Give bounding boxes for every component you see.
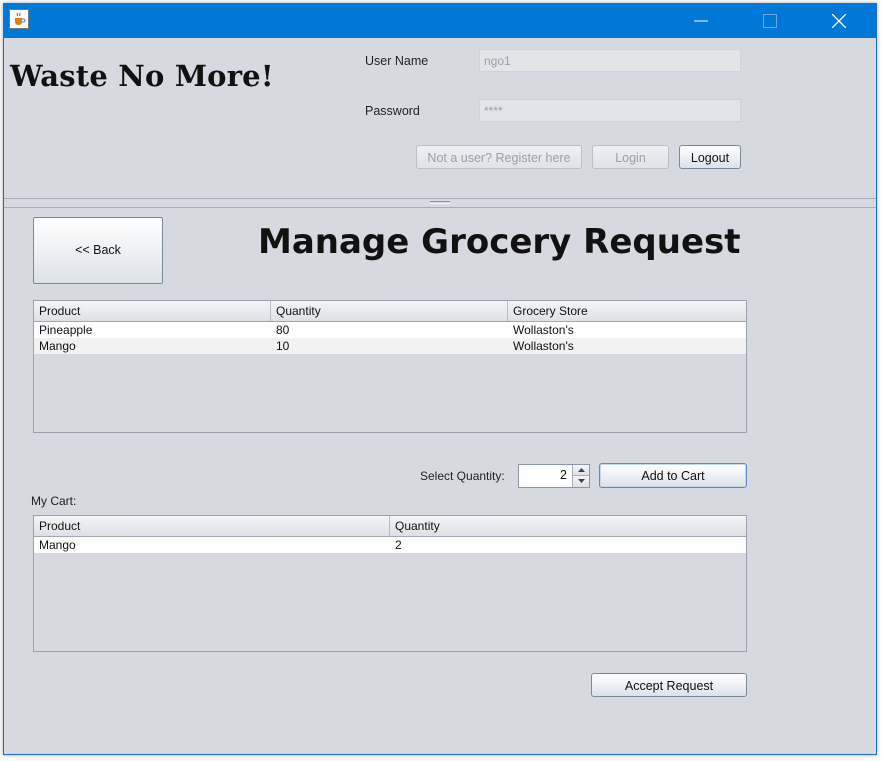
quantity-spinner[interactable]: 2 bbox=[518, 464, 590, 488]
cell-grocery-store: Wollaston's bbox=[513, 339, 574, 353]
table-body: Pineapple 80 Wollaston's Mango 10 Wollas… bbox=[34, 322, 746, 432]
cell-quantity: 2 bbox=[395, 538, 402, 552]
split-pane-divider[interactable] bbox=[4, 198, 876, 208]
add-to-cart-button[interactable]: Add to Cart bbox=[599, 463, 747, 488]
requests-table[interactable]: Product Quantity Grocery Store Pineapple… bbox=[33, 300, 747, 433]
column-header-grocery-store[interactable]: Grocery Store bbox=[508, 301, 746, 321]
cell-grocery-store: Wollaston's bbox=[513, 323, 574, 337]
column-header-quantity[interactable]: Quantity bbox=[271, 301, 508, 321]
back-button[interactable]: << Back bbox=[33, 217, 163, 284]
brand-title: Waste No More! bbox=[10, 59, 274, 93]
column-header-product[interactable]: Product bbox=[34, 516, 390, 536]
accept-request-button[interactable]: Accept Request bbox=[591, 673, 747, 697]
divider-grip-icon bbox=[430, 201, 450, 204]
table-header: Product Quantity bbox=[34, 516, 746, 537]
column-header-quantity[interactable]: Quantity bbox=[390, 516, 746, 536]
minimize-icon bbox=[694, 20, 708, 22]
table-body: Mango 2 bbox=[34, 537, 746, 651]
password-label: Password bbox=[365, 104, 420, 118]
table-row[interactable]: Pineapple 80 Wollaston's bbox=[34, 322, 746, 338]
cell-product: Mango bbox=[39, 339, 76, 353]
java-cup-icon[interactable] bbox=[9, 9, 29, 29]
username-label: User Name bbox=[365, 54, 429, 68]
title-bar[interactable] bbox=[4, 4, 876, 38]
register-button[interactable]: Not a user? Register here bbox=[416, 145, 582, 169]
app-window: Waste No More! User Name ngo1 Password *… bbox=[3, 3, 877, 755]
cart-table[interactable]: Product Quantity Mango 2 bbox=[33, 515, 747, 652]
spinner-up-button[interactable] bbox=[572, 465, 589, 476]
cell-quantity: 10 bbox=[276, 339, 290, 353]
spinner-down-button[interactable] bbox=[572, 476, 589, 487]
select-quantity-label: Select Quantity: bbox=[420, 469, 505, 483]
column-header-product[interactable]: Product bbox=[34, 301, 271, 321]
close-button[interactable] bbox=[816, 4, 862, 38]
password-field[interactable]: **** bbox=[479, 99, 741, 122]
logout-button[interactable]: Logout bbox=[679, 145, 741, 169]
arrow-down-icon bbox=[578, 479, 585, 483]
table-row[interactable]: Mango 2 bbox=[34, 537, 746, 553]
cell-quantity: 80 bbox=[276, 323, 290, 337]
minimize-button[interactable] bbox=[678, 4, 724, 38]
arrow-up-icon bbox=[578, 468, 585, 472]
maximize-icon bbox=[763, 14, 777, 28]
close-icon bbox=[832, 14, 846, 28]
maximize-button[interactable] bbox=[747, 4, 793, 38]
table-row[interactable]: Mango 10 Wollaston's bbox=[34, 338, 746, 354]
cell-product: Mango bbox=[39, 538, 76, 552]
cell-product: Pineapple bbox=[39, 323, 93, 337]
table-header: Product Quantity Grocery Store bbox=[34, 301, 746, 322]
login-button[interactable]: Login bbox=[592, 145, 669, 169]
cart-label: My Cart: bbox=[31, 494, 77, 508]
username-field[interactable]: ngo1 bbox=[479, 49, 741, 72]
page-title: Manage Grocery Request bbox=[258, 222, 741, 262]
quantity-value[interactable]: 2 bbox=[519, 465, 571, 487]
